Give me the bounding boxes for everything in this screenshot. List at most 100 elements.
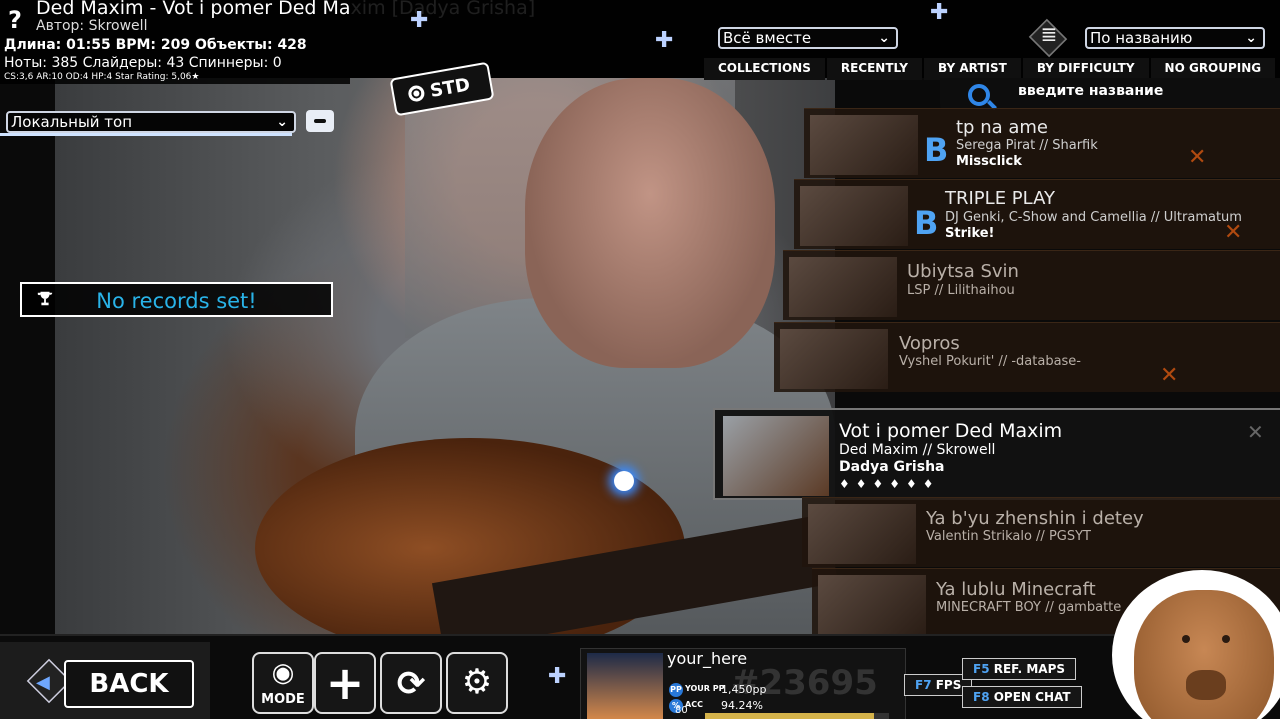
level-progress-fill (705, 713, 875, 719)
tab-by-difficulty[interactable]: BY DIFFICULTY (1022, 58, 1149, 80)
search-icon (968, 84, 990, 106)
cross-icon: ✕ (1188, 145, 1207, 170)
pp-label: YOUR PP (685, 684, 725, 693)
song-thumbnail (818, 575, 926, 635)
stack-icon: ≣ (1040, 22, 1058, 46)
cross-icon: ✕ (1160, 363, 1179, 388)
song-title: Ya lublu Minecraft (936, 579, 1096, 600)
tab-no-grouping[interactable]: NO GROUPING (1150, 58, 1276, 80)
selected-song-difficulty: Dadya Grisha (839, 459, 945, 475)
song-artist: DJ Genki, C-Show and Camellia // Ultrama… (945, 210, 1242, 225)
song-difficulty: Missclick (956, 154, 1022, 169)
selected-song-title: Vot i pomer Ded Maxim (839, 420, 1063, 442)
song-title: Vopros (899, 333, 960, 354)
song-artist: Serega Pirat // Sharfik (956, 138, 1098, 153)
song-thumbnail (808, 504, 916, 564)
open-chat-key[interactable]: F8 OPEN CHAT (962, 686, 1082, 708)
leaderboard-type-value: Локальный топ (11, 113, 133, 131)
options-button[interactable]: ⚙ (446, 652, 508, 714)
level-progress-bar (705, 713, 889, 719)
song-thumbnail (810, 115, 918, 175)
random-button[interactable]: ⟳ (380, 652, 442, 714)
grade-badge: B (914, 204, 939, 242)
background-video (55, 78, 839, 658)
back-button[interactable]: BACK (64, 660, 194, 708)
sort-dropdown-value: По названию (1090, 29, 1193, 47)
leaderboard-underline (0, 133, 292, 136)
capybara-eye (1222, 635, 1230, 643)
song-item[interactable]: B tp na ame Serega Pirat // Sharfik Miss… (804, 108, 1280, 178)
chevron-down-icon: ⌄ (1245, 30, 1257, 46)
tab-recently[interactable]: RECENTLY (826, 58, 922, 80)
f5-key-label: F5 (973, 662, 990, 676)
group-dropdown[interactable]: Всё вместе ⌄ (718, 27, 898, 49)
f8-key-label: F8 (973, 690, 990, 704)
song-thumbnail (800, 186, 908, 246)
song-item[interactable]: B TRIPLE PLAY DJ Genki, C-Show and Camel… (794, 179, 1280, 249)
sparkle-icon: ✚ (548, 664, 567, 689)
sparkle-icon: ✚ (410, 8, 429, 33)
cross-icon: ✕ (1247, 420, 1264, 444)
bottom-bar: ◀ BACK ◉ MODE + ⟳ ⚙ your_here #23695 PP … (0, 634, 1280, 719)
chevron-down-icon: ⌄ (878, 30, 890, 46)
group-tabs: COLLECTIONS RECENTLY BY ARTIST BY DIFFIC… (704, 58, 1280, 80)
no-records-message: No records set! (96, 289, 257, 313)
sparkle-icon: ✚ (930, 0, 949, 25)
song-thumbnail (789, 257, 897, 317)
selected-song-item[interactable]: Vot i pomer Ded Maxim Ded Maxim // Skrow… (713, 408, 1280, 500)
capybara-eye (1182, 635, 1190, 643)
user-profile-panel[interactable]: your_here #23695 PP YOUR PP 1,450pp % AC… (580, 648, 906, 719)
song-title: TRIPLE PLAY (945, 188, 1055, 209)
group-dropdown-value: Всё вместе (723, 29, 812, 47)
cursor (614, 471, 634, 491)
avatar (587, 653, 663, 719)
minus-icon (314, 119, 326, 123)
song-thumbnail (780, 329, 888, 389)
mode-circle-icon: ◉ (271, 658, 295, 688)
skip-back-icon: ◀ (36, 672, 50, 693)
song-item[interactable]: Ya b'yu zhenshin i detey Valentin Strika… (802, 497, 1280, 567)
mode-button[interactable]: ◉ MODE (252, 652, 314, 714)
song-difficulty: Strike! (945, 226, 995, 241)
song-title: Ubiytsa Svin (907, 261, 1019, 282)
question-icon: ? (8, 6, 22, 34)
song-artist: Valentin Strikalo // PGSYT (926, 529, 1091, 544)
mods-button[interactable]: + (314, 652, 376, 714)
selected-song-thumbnail (723, 416, 829, 496)
pp-value: 1,450pp (721, 683, 767, 696)
beatmap-stats-length: Длина: 01:55 BPM: 209 Объекты: 428 (4, 37, 307, 53)
osu-circle-icon (407, 84, 426, 103)
chevron-down-icon: ⌄ (276, 114, 288, 130)
capybara-nose (1186, 670, 1226, 700)
grade-badge: B (924, 131, 949, 169)
video-person-head (525, 78, 775, 368)
open-chat-label: OPEN CHAT (993, 690, 1071, 704)
leaderboard-type-dropdown[interactable]: Локальный топ ⌄ (6, 111, 296, 133)
song-title: tp na ame (956, 117, 1049, 138)
song-artist: Vyshel Pokurit' // -database- (899, 354, 1081, 369)
f7-key-label: F7 (915, 678, 932, 692)
records-panel: No records set! (20, 282, 333, 317)
random-icon: ⟳ (396, 664, 426, 704)
level-value: 80 (675, 705, 688, 716)
cross-icon: ✕ (1224, 220, 1243, 245)
sort-dropdown[interactable]: По названию ⌄ (1085, 27, 1265, 49)
song-artist: LSP // Lilithaihou (907, 283, 1015, 298)
leaderboard-toggle-button[interactable] (306, 110, 334, 132)
song-item[interactable]: Vopros Vyshel Pokurit' // -database- ✕ (774, 322, 1280, 392)
sparkle-icon: ✚ (655, 28, 674, 53)
beatmap-stats-objects: Ноты: 385 Слайдеры: 43 Спиннеры: 0 (4, 55, 282, 71)
mode-badge-label: STD (428, 73, 472, 102)
fps-label: FPS (935, 678, 962, 692)
beatmap-info-panel: ? Ded Maxim - Vot i pomer Ded Maxim [Dad… (0, 0, 535, 84)
song-title: Ya b'yu zhenshin i detey (926, 508, 1144, 529)
tab-by-artist[interactable]: BY ARTIST (923, 58, 1021, 80)
mode-button-label: MODE (261, 692, 305, 707)
song-item[interactable]: Ubiytsa Svin LSP // Lilithaihou (783, 250, 1280, 320)
selected-song-artist: Ded Maxim // Skrowell (839, 442, 996, 458)
search-placeholder: введите название (1018, 83, 1164, 99)
pp-icon: PP (669, 683, 683, 697)
tab-collections[interactable]: COLLECTIONS (704, 58, 825, 80)
beatmap-author: Автор: Skrowell (36, 18, 148, 34)
ref-maps-key[interactable]: F5 REF. MAPS (962, 658, 1077, 680)
